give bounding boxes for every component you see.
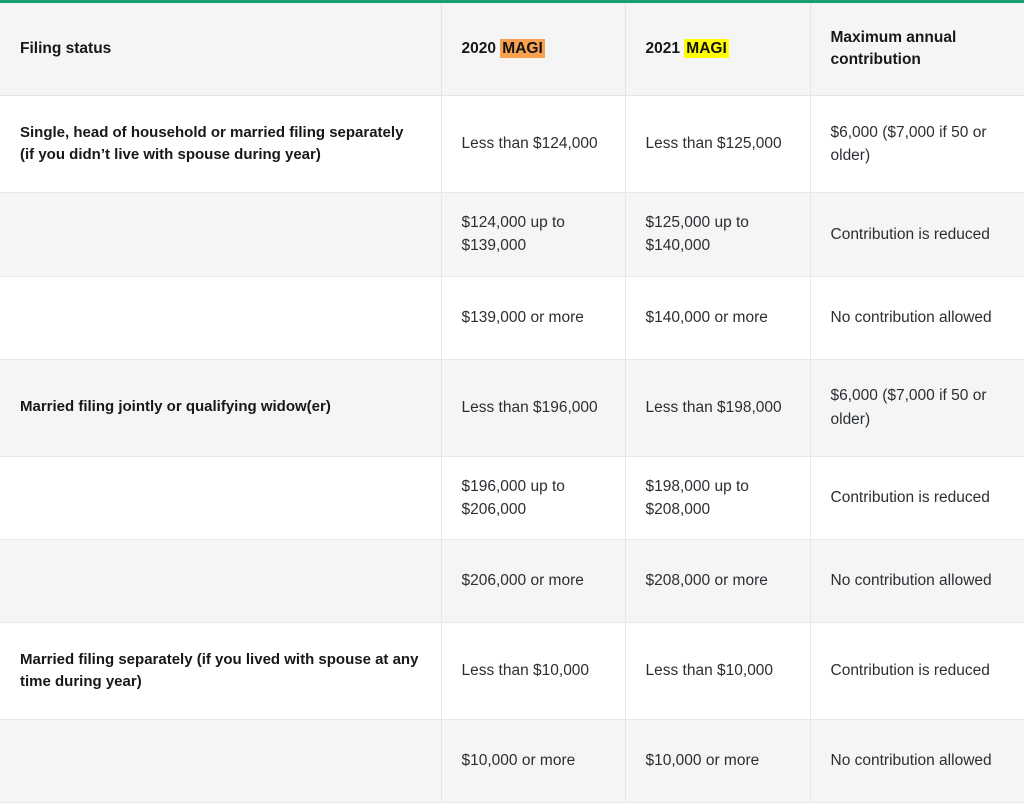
cell-magi-2020: $139,000 or more bbox=[441, 276, 626, 360]
table-row: $10,000 or more $10,000 or more No contrib… bbox=[0, 719, 1024, 803]
cell-filing-status bbox=[0, 719, 442, 803]
cell-magi-2020: Less than $196,000 bbox=[441, 359, 626, 457]
cell-magi-2021: Less than $198,000 bbox=[625, 359, 811, 457]
ira-contribution-limits-table: Filing status 2020 MAGI 2021 MAGI Maximu… bbox=[0, 3, 1024, 803]
cell-magi-2021: $10,000 or more bbox=[625, 719, 811, 803]
cell-magi-2020: $124,000 up to $139,000 bbox=[441, 192, 626, 277]
cell-magi-2020: Less than $124,000 bbox=[441, 95, 626, 193]
cell-magi-2021: $125,000 up to $140,000 bbox=[625, 192, 811, 277]
cell-magi-2021: $140,000 or more bbox=[625, 276, 811, 360]
magi-2021-highlight: MAGI bbox=[684, 38, 729, 58]
cell-max-contribution: No contribution allowed bbox=[810, 276, 1024, 360]
table-row: Single, head of household or married fil… bbox=[0, 95, 1024, 193]
cell-filing-status bbox=[0, 192, 442, 277]
cell-magi-2020: $206,000 or more bbox=[441, 539, 626, 623]
cell-filing-status bbox=[0, 276, 442, 360]
table-header: Filing status 2020 MAGI 2021 MAGI Maximu… bbox=[0, 3, 1024, 96]
table-row: Married filing separately (if you lived … bbox=[0, 622, 1024, 720]
cell-magi-2020: Less than $10,000 bbox=[441, 622, 626, 720]
column-header-max-contribution: Maximum annual contribution bbox=[810, 3, 1024, 96]
table-body: Single, head of household or married fil… bbox=[0, 95, 1024, 803]
cell-max-contribution: Contribution is reduced bbox=[810, 622, 1024, 720]
cell-magi-2021: Less than $10,000 bbox=[625, 622, 811, 720]
cell-magi-2020: $196,000 up to $206,000 bbox=[441, 456, 626, 540]
cell-filing-status bbox=[0, 456, 442, 540]
table-row: $196,000 up to $206,000 $198,000 up to $2… bbox=[0, 456, 1024, 540]
table-row: $206,000 or more $208,000 or more No contr… bbox=[0, 539, 1024, 623]
column-header-filing-status-label: Filing status bbox=[20, 39, 112, 57]
cell-magi-2021: $208,000 or more bbox=[625, 539, 811, 623]
column-header-magi-2021: 2021 MAGI bbox=[625, 3, 811, 96]
table-row: $139,000 or more $140,000 or more No contr… bbox=[0, 276, 1024, 360]
cell-max-contribution: Contribution is reduced bbox=[810, 192, 1024, 277]
cell-max-contribution: Contribution is reduced bbox=[810, 456, 1024, 540]
cell-max-contribution: $6,000 ($7,000 if 50 or older) bbox=[810, 359, 1024, 457]
cell-max-contribution: No contribution allowed bbox=[810, 539, 1024, 623]
cell-max-contribution: No contribution allowed bbox=[810, 719, 1024, 803]
table-row: $124,000 up to $139,000 $125,000 up to $1… bbox=[0, 192, 1024, 277]
cell-magi-2021: Less than $125,000 bbox=[625, 95, 811, 193]
column-header-magi-2020: 2020 MAGI bbox=[441, 3, 626, 96]
cell-filing-status: Married filing jointly or qualifying wid… bbox=[0, 359, 442, 457]
header-row: Filing status 2020 MAGI 2021 MAGI Maximu… bbox=[0, 3, 1024, 96]
cell-magi-2021: $198,000 up to $208,000 bbox=[625, 456, 811, 540]
column-header-magi-2021-year: 2021 bbox=[645, 39, 685, 57]
cell-max-contribution: $6,000 ($7,000 if 50 or older) bbox=[810, 95, 1024, 193]
table-row: Married filing jointly or qualifying wid… bbox=[0, 359, 1024, 457]
column-header-max-contribution-label: Maximum annual contribution bbox=[830, 28, 957, 68]
cell-filing-status: Single, head of household or married fil… bbox=[0, 95, 442, 193]
column-header-magi-2020-year: 2020 bbox=[461, 39, 501, 57]
column-header-filing-status: Filing status bbox=[0, 3, 442, 96]
cell-filing-status bbox=[0, 539, 442, 623]
magi-2020-highlight: MAGI bbox=[500, 38, 545, 58]
cell-filing-status: Married filing separately (if you lived … bbox=[0, 622, 442, 720]
ira-contribution-table-container: Filing status 2020 MAGI 2021 MAGI Maximu… bbox=[0, 0, 1024, 803]
cell-magi-2020: $10,000 or more bbox=[441, 719, 626, 803]
